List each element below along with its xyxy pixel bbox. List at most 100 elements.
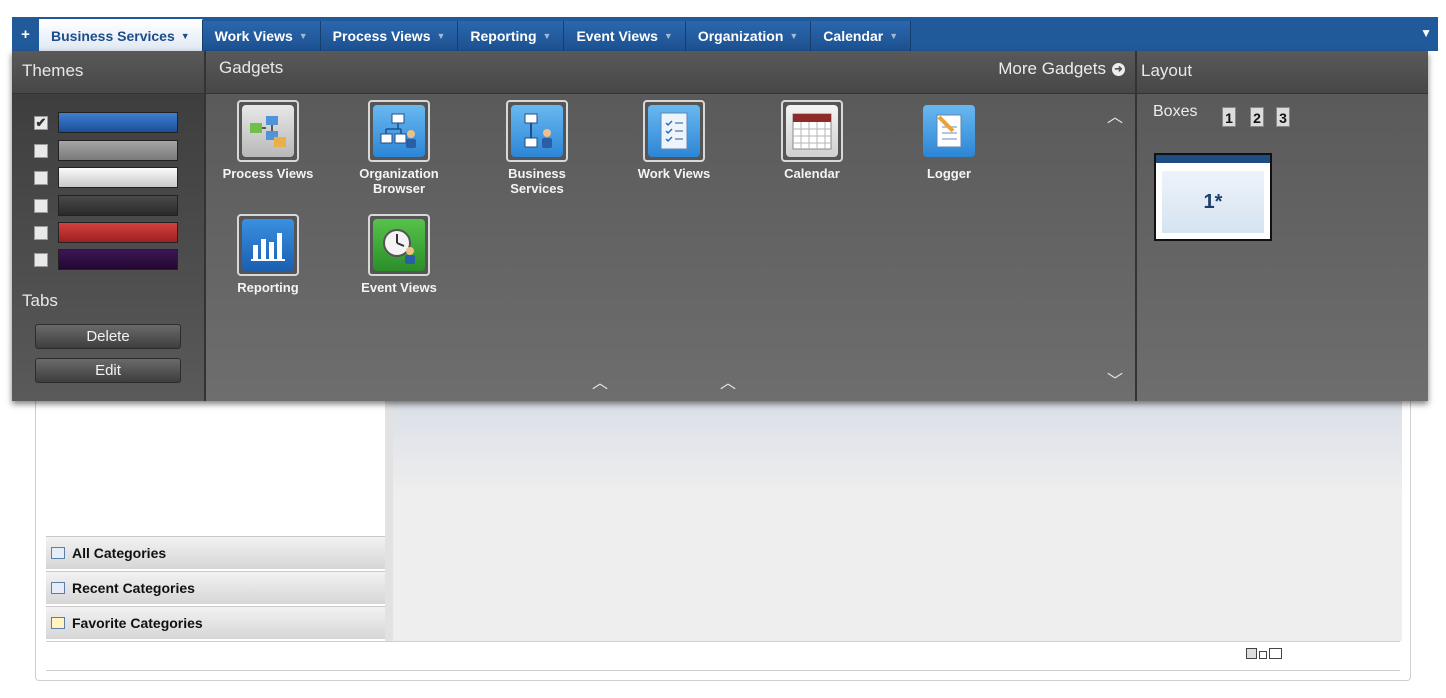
chevron-down-icon[interactable]: ▼ <box>436 31 445 41</box>
tab-label: Business Services <box>51 27 175 44</box>
chevron-down-icon[interactable]: ▼ <box>543 31 552 41</box>
gadget-frame <box>643 100 705 162</box>
chevron-down-icon[interactable]: ▼ <box>889 31 898 41</box>
delete-tab-button[interactable]: Delete <box>35 324 181 349</box>
themes-title: Themes <box>22 61 84 80</box>
gadget-work-views[interactable]: Work Views <box>612 100 736 181</box>
tab-event-views[interactable]: Event Views ▼ <box>564 21 686 51</box>
theme-swatch[interactable] <box>58 112 178 133</box>
category-recent[interactable]: Recent Categories <box>46 571 385 604</box>
tab-label: Work Views <box>214 28 293 44</box>
thumb-header <box>1156 155 1270 163</box>
restore-window-icon[interactable] <box>1259 651 1267 659</box>
chevron-down-icon[interactable]: ▼ <box>181 31 190 41</box>
boxes-option-3[interactable]: 3 <box>1276 107 1290 127</box>
themes-column: Themes ✔ Tabs Delete Edit <box>12 51 206 401</box>
gadget-label: Organization Browser <box>359 166 439 196</box>
gadgets-title: Gadgets <box>219 58 284 77</box>
gadget-label: Calendar <box>784 166 840 181</box>
tab-organization[interactable]: Organization ▼ <box>685 21 812 51</box>
gadget-business-services[interactable]: Business Services <box>475 100 599 196</box>
category-favorite[interactable]: Favorite Categories <box>46 606 385 639</box>
chevron-down-icon[interactable]: ▼ <box>789 31 798 41</box>
tab-reporting[interactable]: Reporting ▼ <box>458 21 565 51</box>
category-list-icon <box>51 547 65 559</box>
gadgets-column: Gadgets More Gadgets ➜ Process Views Org… <box>206 51 1137 401</box>
theme-swatch[interactable] <box>58 222 178 243</box>
gadget-reporting[interactable]: Reporting <box>206 214 330 295</box>
recent-calendar-icon <box>51 582 65 594</box>
theme-option-purple[interactable] <box>34 249 178 270</box>
layout-preview-thumbnail[interactable]: 1* <box>1154 153 1272 241</box>
add-tab-button[interactable]: + <box>12 17 39 51</box>
tab-bar: + Business Services ▼ Work Views ▼ Proce… <box>12 17 1438 51</box>
close-box-icon[interactable] <box>1246 648 1257 659</box>
chevron-down-icon[interactable]: ▼ <box>664 31 673 41</box>
tab-label: Reporting <box>470 28 537 44</box>
thumb-box: 1* <box>1162 171 1264 233</box>
tabs-title: Tabs <box>22 291 58 310</box>
gadget-label: Reporting <box>237 280 299 295</box>
tab-label: Calendar <box>823 28 884 44</box>
tab-label: Organization <box>697 28 784 44</box>
gadget-label: Process Views <box>222 166 314 181</box>
tab-label: Process Views <box>332 28 431 44</box>
maximize-window-icon[interactable] <box>1269 648 1282 659</box>
organization-chart-icon <box>373 105 425 157</box>
tab-calendar[interactable]: Calendar ▼ <box>811 21 912 51</box>
gadget-event-views[interactable]: Event Views <box>337 214 461 295</box>
theme-checkbox[interactable]: ✔ <box>34 115 48 130</box>
business-services-icon <box>511 105 563 157</box>
boxes-option-2[interactable]: 2 <box>1250 107 1264 127</box>
theme-option-blue[interactable]: ✔ <box>34 112 178 133</box>
tab-business-services[interactable]: Business Services ▼ <box>39 19 203 51</box>
pane-splitter[interactable] <box>385 395 393 641</box>
process-views-icon <box>242 105 294 157</box>
theme-swatch[interactable] <box>58 249 178 270</box>
theme-option-red[interactable] <box>34 222 178 243</box>
category-label: Recent Categories <box>72 580 195 596</box>
chevron-up-icon[interactable]: ︿ <box>592 369 608 393</box>
gadget-organization-browser[interactable]: Organization Browser <box>337 100 461 196</box>
gadget-label: Event Views <box>361 280 437 295</box>
theme-swatch[interactable] <box>58 140 178 161</box>
favorite-star-icon <box>51 617 65 629</box>
theme-checkbox[interactable] <box>34 170 48 185</box>
gadget-label: Work Views <box>637 166 711 181</box>
theme-swatch[interactable] <box>58 195 178 216</box>
chevron-up-icon[interactable]: ︿ <box>720 369 736 393</box>
tab-work-views[interactable]: Work Views ▼ <box>202 21 321 51</box>
layout-title: Layout <box>1141 61 1193 80</box>
tabbar-menu-chevron-icon[interactable]: ▼ <box>1420 26 1432 40</box>
gadget-calendar[interactable]: Calendar <box>750 100 874 181</box>
chevron-up-icon[interactable]: ︿ <box>1107 103 1123 127</box>
customize-panel: Themes ✔ Tabs Delete Edit Gadgets More G… <box>12 51 1428 401</box>
gadget-frame <box>368 214 430 276</box>
category-label: All Categories <box>72 545 167 561</box>
content-pane <box>393 395 1402 641</box>
boxes-option-1[interactable]: 1 <box>1222 107 1236 127</box>
more-gadgets-link[interactable]: More Gadgets ➜ <box>998 59 1125 79</box>
theme-option-gray[interactable] <box>34 140 178 161</box>
category-all[interactable]: All Categories <box>46 536 385 569</box>
gadget-logger[interactable]: Logger <box>887 100 1011 181</box>
theme-swatch[interactable] <box>58 167 178 188</box>
theme-checkbox[interactable] <box>34 252 48 267</box>
gadget-label: Logger <box>926 166 972 181</box>
logger-notepad-icon <box>923 105 975 157</box>
theme-checkbox[interactable] <box>34 143 48 158</box>
layout-column: Layout Boxes 1 2 3 1* <box>1137 51 1428 401</box>
tab-process-views[interactable]: Process Views ▼ <box>320 21 459 51</box>
chevron-down-icon[interactable]: ▼ <box>299 31 308 41</box>
edit-tab-button[interactable]: Edit <box>35 358 181 383</box>
gadget-process-views[interactable]: Process Views <box>206 100 330 181</box>
more-gadgets-label: More Gadgets <box>998 59 1106 78</box>
theme-option-silver[interactable] <box>34 167 178 188</box>
theme-option-black[interactable] <box>34 195 178 216</box>
chevron-down-icon[interactable]: ﹀ <box>1107 367 1123 391</box>
theme-checkbox[interactable] <box>34 225 48 240</box>
boxes-label: Boxes <box>1153 103 1198 120</box>
status-bar <box>46 641 1400 671</box>
gadget-frame <box>368 100 430 162</box>
theme-checkbox[interactable] <box>34 198 48 213</box>
